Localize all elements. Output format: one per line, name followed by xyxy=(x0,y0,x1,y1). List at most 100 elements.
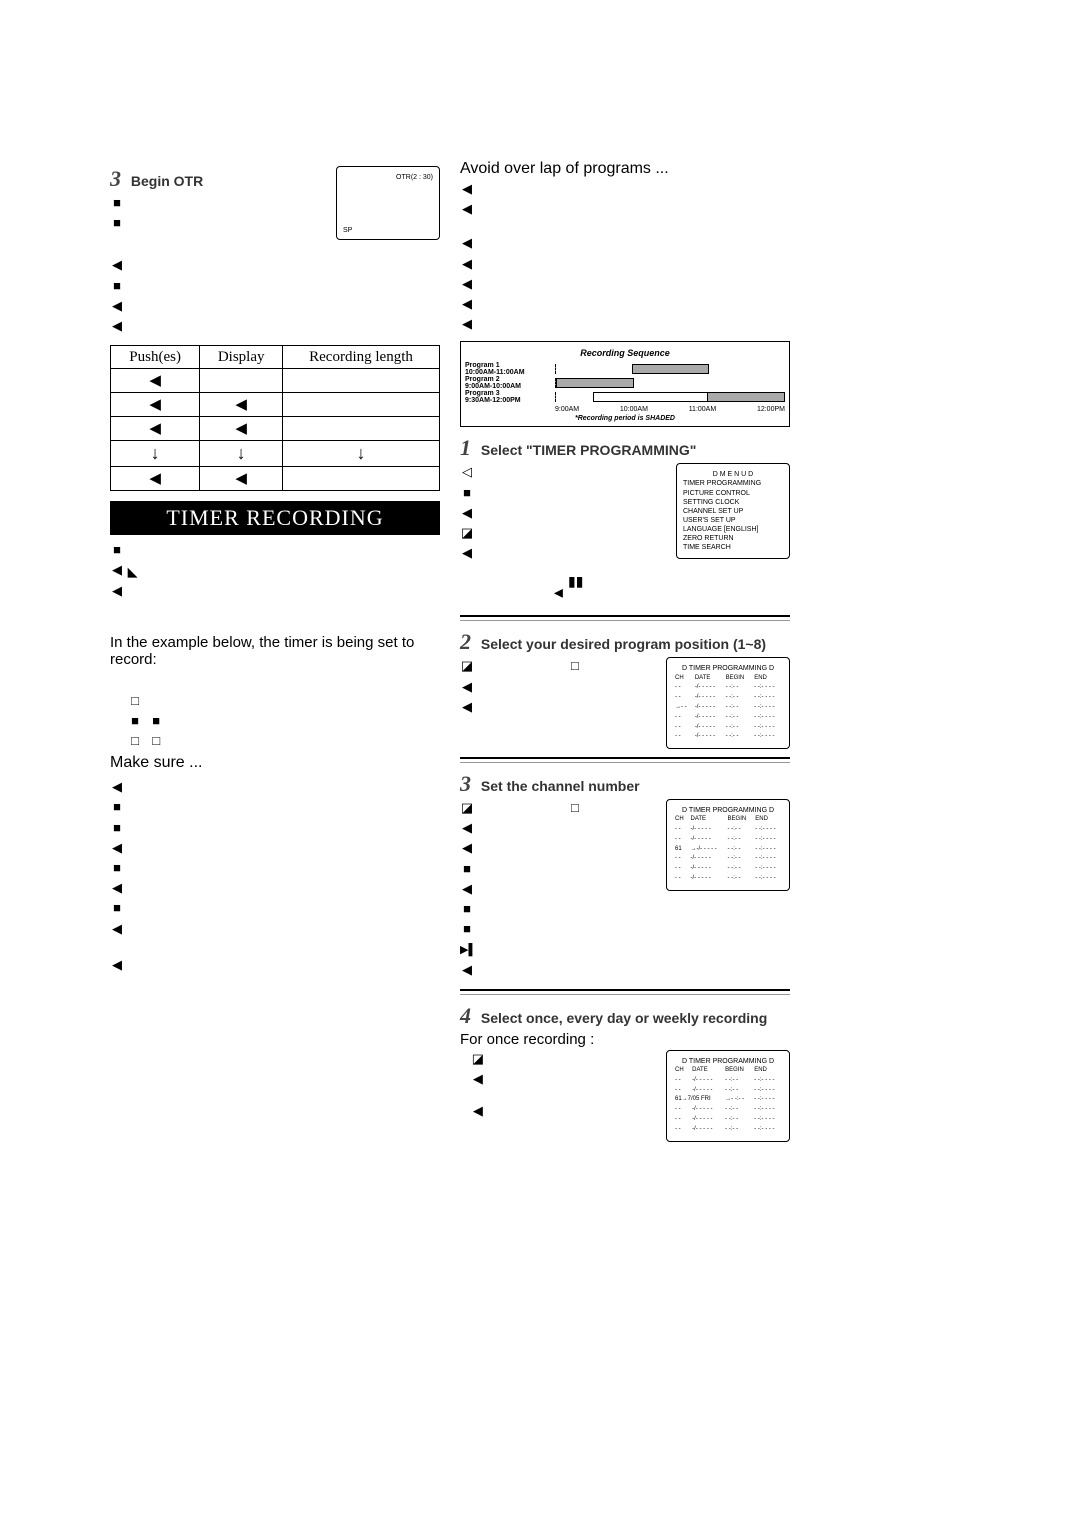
osd-timer-title: D TIMER PROGRAMMING D xyxy=(673,806,783,815)
bullet: ◀ xyxy=(460,255,790,273)
bullet: ◀ xyxy=(460,200,790,218)
p1-label: Program 1 xyxy=(465,362,500,369)
bullet: ■ xyxy=(460,920,790,938)
step-number-1: 1 xyxy=(460,435,471,460)
th: BEGIN xyxy=(726,815,754,825)
bullet: ◂ xyxy=(460,580,790,605)
divider xyxy=(460,757,790,763)
p1-time: 10:00AM-11:00AM xyxy=(465,369,525,376)
bullet: ◀ xyxy=(110,297,440,315)
p3-label: Program 3 xyxy=(465,390,500,397)
step-title-1: Select "TIMER PROGRAMMING" xyxy=(481,442,697,458)
pushes-h1: Push(es) xyxy=(111,346,200,369)
bullet: ■ xyxy=(110,819,440,837)
osd-menu: D M E N U D TIMER PROGRAMMING PICTURE CO… xyxy=(676,463,790,559)
step-title-begin-otr: Begin OTR xyxy=(131,173,203,189)
osd-timer-table: D TIMER PROGRAMMING D CH DATE BEGIN END … xyxy=(666,657,790,749)
divider xyxy=(460,989,790,995)
bullet: ■ ■ xyxy=(110,712,440,730)
bullet: ◀ xyxy=(110,256,440,274)
osd-otr-bottom: SP xyxy=(343,226,352,235)
th: DATE xyxy=(688,815,725,825)
bullet: ■ xyxy=(460,900,790,918)
pushes-h3: Recording length xyxy=(283,346,440,369)
step-number-2: 2 xyxy=(460,629,471,654)
bullet: ◀ xyxy=(110,317,440,335)
pushes-h2: Display xyxy=(200,346,283,369)
osd-timer-title: D TIMER PROGRAMMING D xyxy=(673,1057,783,1066)
bullet: ■ xyxy=(110,541,440,559)
banner-timer-recording: TIMER RECORDING xyxy=(110,501,440,535)
th: END xyxy=(753,815,783,825)
make-sure: Make sure ... xyxy=(110,754,440,772)
pushes-table: Push(es) Display Recording length ◀ ◀◀ ◀… xyxy=(110,345,440,491)
menu-title: D M E N U D xyxy=(683,470,783,479)
bullet: ◀ xyxy=(460,295,790,313)
th: CH xyxy=(673,1066,690,1076)
date-value: 61→7/05 FRI xyxy=(673,1095,723,1105)
bullet: ◀ ◣ xyxy=(110,561,440,579)
th: DATE xyxy=(690,1066,723,1076)
bullet: ■ xyxy=(110,798,440,816)
bullet: ◀ xyxy=(110,582,440,600)
bullet: □ xyxy=(110,692,440,710)
bullet: ◀ xyxy=(460,315,790,333)
th: END xyxy=(752,1066,783,1076)
th: DATE xyxy=(693,674,724,684)
osd-otr-top: OTR(2 : 30) xyxy=(343,173,433,182)
menu-item: SETTING CLOCK xyxy=(683,498,783,507)
menu-item: TIMER PROGRAMMING xyxy=(683,479,783,488)
step-number-3r: 3 xyxy=(460,771,471,796)
bullet: ■ xyxy=(110,859,440,877)
bullet: ■ xyxy=(110,899,440,917)
ch-value: 61 xyxy=(673,845,688,855)
once-recording-label: For once recording : xyxy=(460,1031,790,1048)
menu-item: CHANNEL SET UP xyxy=(683,507,783,516)
bullet: ◀ xyxy=(460,234,790,252)
divider xyxy=(460,615,790,621)
avoid-overlap: Avoid over lap of programs ... xyxy=(460,160,790,178)
th: BEGIN xyxy=(723,1066,752,1076)
menu-item: ZERO RETURN xyxy=(683,534,783,543)
bullet: ◀ xyxy=(110,920,440,938)
osd-otr-display: OTR(2 : 30) SP xyxy=(336,166,440,240)
p2-time: 9:00AM-10:00AM xyxy=(465,383,521,390)
bullet: ◀ xyxy=(110,956,440,974)
tick: 9:00AM xyxy=(555,406,579,413)
th: CH xyxy=(673,674,693,684)
timeline-note: *Recording period is SHADED xyxy=(465,415,785,422)
recording-sequence-diagram: Recording Sequence Program 1 10:00AM-11:… xyxy=(460,341,790,427)
bullet: ◀ xyxy=(460,180,790,198)
osd-timer-title: D TIMER PROGRAMMING D xyxy=(673,664,783,673)
step-title-3: Set the channel number xyxy=(481,778,640,794)
menu-item: TIME SEARCH xyxy=(683,543,783,552)
step-title-2: Select your desired program position (1~… xyxy=(481,636,766,652)
bullet: ◀ xyxy=(460,275,790,293)
tape-icon: ▮▮ xyxy=(568,573,583,590)
menu-item: PICTURE CONTROL xyxy=(683,489,783,498)
th: BEGIN xyxy=(724,674,753,684)
tick: 11:00AM xyxy=(689,406,717,413)
step-title-4: Select once, every day or weekly recordi… xyxy=(481,1010,767,1026)
timeline-title: Recording Sequence xyxy=(465,348,785,358)
osd-timer-table-date: D TIMER PROGRAMMING D CH DATE BEGIN END … xyxy=(666,1050,790,1142)
menu-item: LANGUAGE [ENGLISH] xyxy=(683,525,783,534)
menu-item: USER'S SET UP xyxy=(683,516,783,525)
step-number-3: 3 xyxy=(110,166,121,191)
th: END xyxy=(752,674,783,684)
osd-timer-table-ch: D TIMER PROGRAMMING D CH DATE BEGIN END … xyxy=(666,799,790,891)
bullet: ◀ xyxy=(460,961,790,979)
bullet: □ □ xyxy=(110,732,440,750)
bullet: ◀ xyxy=(110,778,440,796)
p3-time: 9:30AM-12:00PM xyxy=(465,397,521,404)
bullet: ■ xyxy=(110,277,440,295)
th: CH xyxy=(673,815,688,825)
bullet: ◀ xyxy=(110,879,440,897)
tick: 12:00PM xyxy=(757,406,785,413)
p2-label: Program 2 xyxy=(465,376,500,383)
step-number-4: 4 xyxy=(460,1003,471,1028)
bullet: ▶▌ xyxy=(460,940,790,958)
bullet: ◀ xyxy=(110,839,440,857)
tick: 10:00AM xyxy=(620,406,648,413)
example-line: In the example below, the timer is being… xyxy=(110,634,440,668)
